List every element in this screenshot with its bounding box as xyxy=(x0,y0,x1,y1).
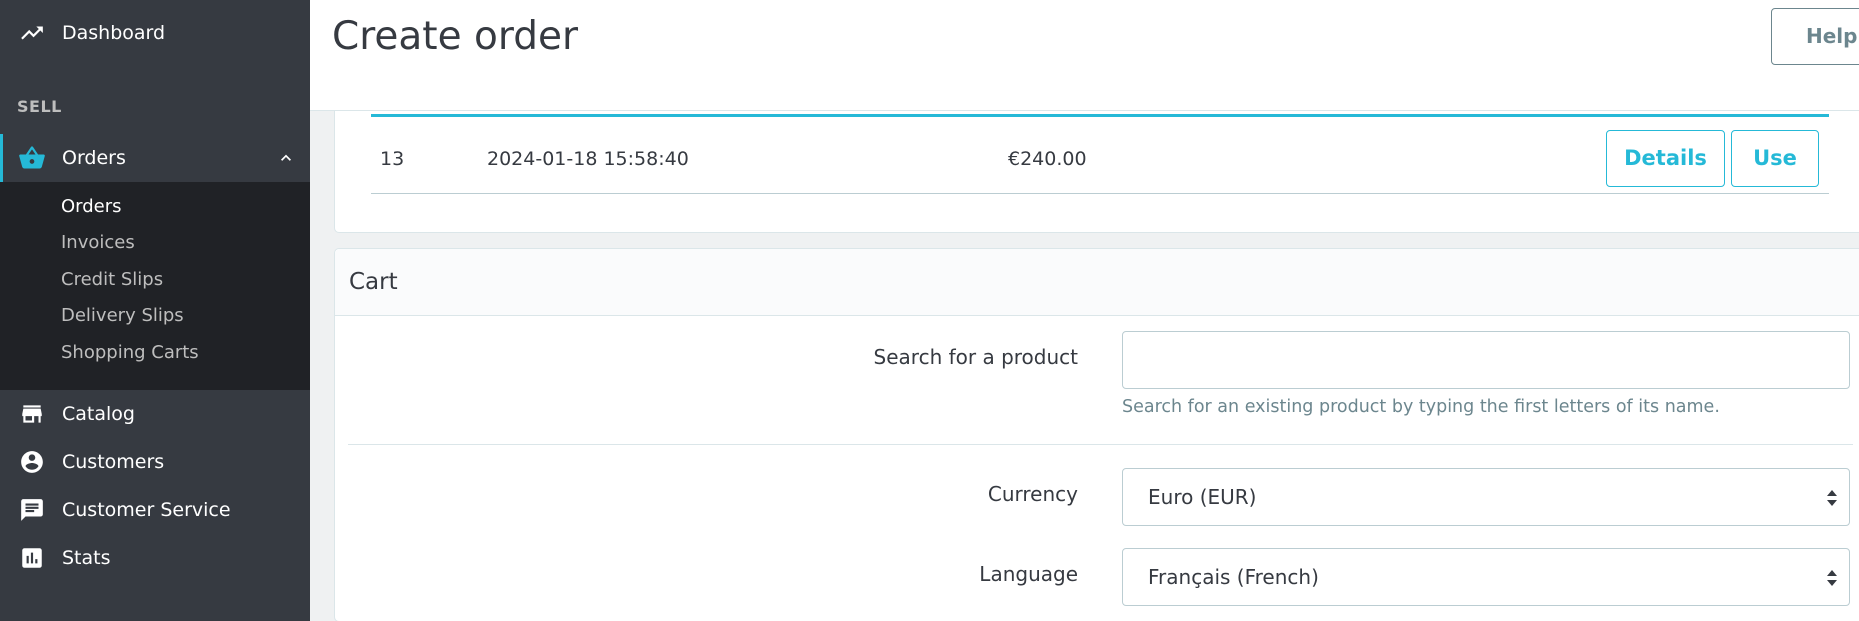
search-product-label: Search for a product xyxy=(873,345,1078,369)
form-divider xyxy=(348,444,1853,445)
nav-dashboard[interactable]: Dashboard xyxy=(0,11,310,55)
section-sell-title: SELL xyxy=(17,97,62,116)
sidebar: Dashboard SELL Orders Orders Invoices Cr… xyxy=(0,0,310,621)
nav-customer-service-label: Customer Service xyxy=(62,499,231,521)
account-circle-icon xyxy=(18,448,46,476)
subnav-invoices[interactable]: Invoices xyxy=(61,232,135,253)
page-title: Create order xyxy=(332,14,578,59)
cart-total: €240.00 xyxy=(1008,148,1087,170)
nav-customers[interactable]: Customers xyxy=(0,440,310,484)
chat-icon xyxy=(18,496,46,524)
sort-caret-icon xyxy=(1825,487,1839,509)
details-button[interactable]: Details xyxy=(1606,130,1725,187)
language-select-value: Français (French) xyxy=(1148,565,1319,589)
language-select[interactable]: Français (French) xyxy=(1122,548,1850,606)
nav-dashboard-label: Dashboard xyxy=(62,22,166,44)
store-icon xyxy=(18,400,46,428)
currency-select[interactable]: Euro (EUR) xyxy=(1122,468,1850,526)
cart-id: 13 xyxy=(380,148,405,170)
nav-orders-label: Orders xyxy=(62,147,126,169)
chevron-up-icon xyxy=(276,148,296,173)
subnav-shopping-carts[interactable]: Shopping Carts xyxy=(61,342,199,363)
currency-select-value: Euro (EUR) xyxy=(1148,485,1257,509)
search-product-input[interactable] xyxy=(1122,331,1850,389)
subnav-delivery-slips[interactable]: Delivery Slips xyxy=(61,305,184,326)
nav-orders[interactable]: Orders xyxy=(0,134,310,182)
cart-card-header: Cart xyxy=(335,249,1859,316)
currency-label: Currency xyxy=(987,482,1078,506)
table-row: 13 2024-01-18 15:58:40 €240.00 Details U… xyxy=(371,114,1829,194)
sort-caret-icon xyxy=(1825,567,1839,589)
page-header: Create order Help xyxy=(310,0,1859,111)
nav-catalog-label: Catalog xyxy=(62,403,135,425)
search-product-help: Search for an existing product by typing… xyxy=(1122,397,1720,417)
trending-up-icon xyxy=(18,19,46,47)
nav-stats[interactable]: Stats xyxy=(0,536,310,580)
cart-card-title: Cart xyxy=(349,269,398,295)
use-button[interactable]: Use xyxy=(1731,130,1819,187)
help-button[interactable]: Help xyxy=(1771,8,1859,65)
language-label: Language xyxy=(979,562,1078,586)
nav-customer-service[interactable]: Customer Service xyxy=(0,488,310,532)
nav-stats-label: Stats xyxy=(62,547,111,569)
cart-date: 2024-01-18 15:58:40 xyxy=(487,148,689,170)
bar-chart-icon xyxy=(18,544,46,572)
subnav-orders[interactable]: Orders xyxy=(61,196,122,217)
nav-catalog[interactable]: Catalog xyxy=(0,392,310,436)
subnav-credit-slips[interactable]: Credit Slips xyxy=(61,269,163,290)
shopping-basket-icon xyxy=(18,144,46,172)
nav-customers-label: Customers xyxy=(62,451,165,473)
